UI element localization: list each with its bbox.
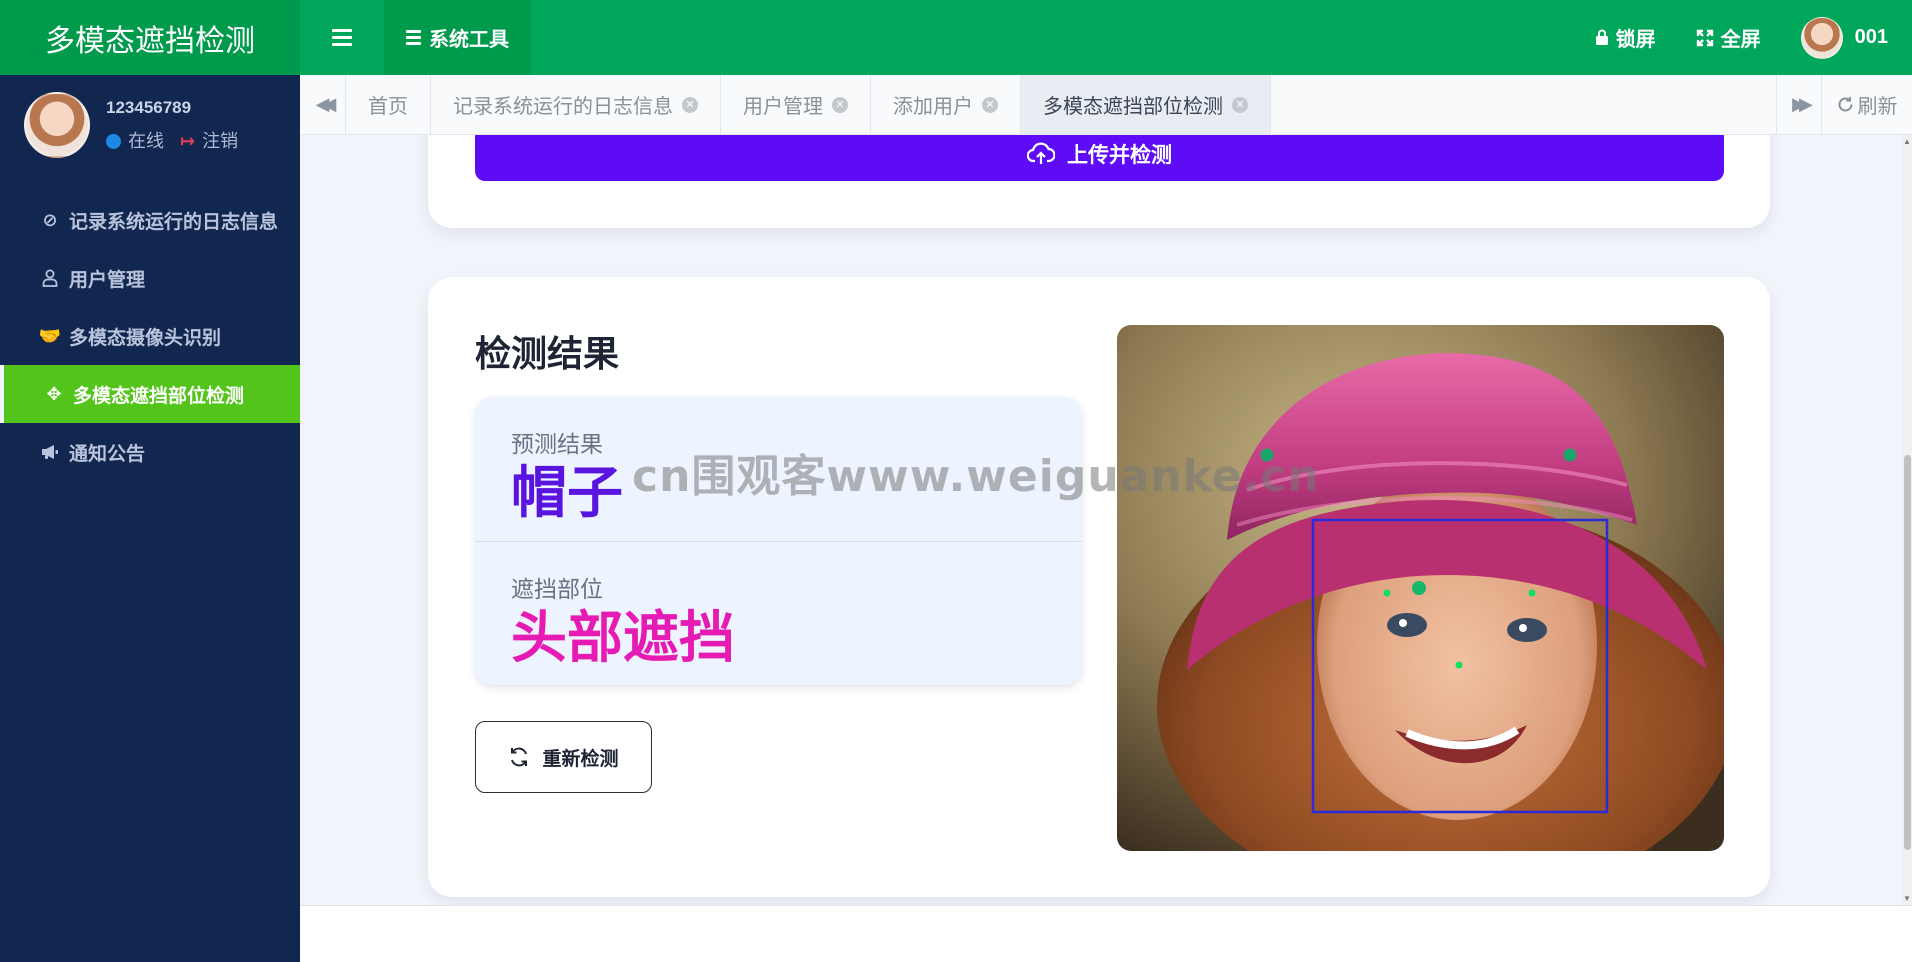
lock-screen-button[interactable]: 锁屏 — [1595, 23, 1656, 52]
prediction-label: 预测结果 — [511, 431, 603, 457]
upload-card: 上传并检测 — [428, 135, 1770, 228]
fullscreen-button[interactable]: 全屏 — [1696, 23, 1761, 52]
expand-icon — [1696, 29, 1713, 46]
upload-detect-button[interactable]: 上传并检测 — [475, 135, 1724, 181]
lock-screen-label: 锁屏 — [1615, 29, 1656, 51]
sidebar-item-label: 用户管理 — [69, 269, 146, 291]
online-status-label: 在线 — [128, 130, 164, 151]
sidebar-item-camera-recognition[interactable]: 🤝 多模态摄像头识别 — [0, 307, 300, 365]
status-dot-icon — [106, 133, 121, 149]
double-chevron-left-icon: ◀◀ — [315, 94, 337, 114]
prediction-row: 预测结果 帽子 — [475, 397, 1082, 541]
sidebar-item-label: 通知公告 — [69, 443, 146, 465]
cloud-upload-icon — [1027, 142, 1055, 164]
avatar — [1800, 16, 1843, 59]
region-value: 头部遮挡 — [511, 606, 735, 669]
sidebar-item-label: 多模态遮挡部位检测 — [73, 385, 245, 407]
main-content: 上传并检测 检测结果 预测结果 帽子 遮挡部位 头部遮挡 重新检测 — [300, 135, 1902, 905]
tab-add-user[interactable]: 添加用户 ✕ — [871, 75, 1021, 134]
tab-occlusion-detection[interactable]: 多模态遮挡部位检测 ✕ — [1021, 75, 1271, 134]
sidebar-item-occlusion-detection[interactable]: ✥ 多模态遮挡部位检测 — [0, 365, 300, 423]
sidebar-item-label: 记录系统运行的日志信息 — [69, 211, 279, 233]
tab-label: 多模态遮挡部位检测 — [1043, 96, 1223, 118]
move-arrows-icon: ✥ — [46, 383, 62, 404]
close-icon[interactable]: ✕ — [682, 96, 698, 113]
scrollbar-thumb[interactable] — [1904, 455, 1911, 850]
tab-label: 用户管理 — [743, 96, 823, 118]
page-scrollbar[interactable]: ▲ ▼ — [1902, 135, 1912, 905]
ban-icon: ⊘ — [42, 209, 58, 230]
region-label: 遮挡部位 — [511, 576, 603, 602]
sidebar-item-system-log[interactable]: ⊘ 记录系统运行的日志信息 — [0, 191, 300, 249]
user-panel: 123456789 在线 ↦ 注销 — [0, 75, 300, 175]
hamburger-icon — [332, 29, 352, 46]
app-title: 多模态遮挡检测 — [0, 0, 300, 75]
tabs-scroll-right-button[interactable]: ▶▶ — [1776, 75, 1822, 134]
page-tabs-bar: ◀◀ 首页 记录系统运行的日志信息 ✕ 用户管理 ✕ 添加用户 ✕ 多模态遮挡部位检测… — [300, 75, 1912, 135]
refresh-label: 刷新 — [1857, 96, 1898, 118]
close-icon[interactable]: ✕ — [832, 96, 848, 113]
sidebar-toggle-button[interactable] — [300, 0, 384, 75]
list-icon — [406, 30, 421, 45]
scroll-down-icon[interactable]: ▼ — [1902, 894, 1912, 903]
close-icon[interactable]: ✕ — [1232, 96, 1248, 113]
region-row: 遮挡部位 头部遮挡 — [475, 541, 1082, 685]
tab-label: 首页 — [368, 96, 408, 118]
redetect-button[interactable]: 重新检测 — [475, 721, 652, 793]
result-title: 检测结果 — [475, 333, 620, 374]
tab-system-tools[interactable]: 系统工具 — [384, 0, 531, 75]
logout-label: 注销 — [202, 130, 239, 151]
tab-label: 记录系统运行的日志信息 — [453, 96, 673, 118]
bullhorn-icon — [40, 444, 60, 460]
scroll-up-icon[interactable]: ▲ — [1902, 137, 1912, 146]
prediction-value: 帽子 — [511, 461, 623, 524]
detection-image — [1117, 325, 1724, 851]
tab-system-log[interactable]: 记录系统运行的日志信息 ✕ — [431, 75, 721, 134]
user-icon — [40, 269, 60, 287]
refresh-icon — [1838, 97, 1852, 112]
sidebar-item-label: 多模态摄像头识别 — [69, 327, 222, 349]
user-avatar — [24, 92, 90, 158]
upload-detect-label: 上传并检测 — [1067, 144, 1172, 167]
top-header: 多模态遮挡检测 系统工具 锁屏 全屏 001 — [0, 0, 1912, 75]
tab-user-management[interactable]: 用户管理 ✕ — [721, 75, 871, 134]
refresh-button[interactable]: 刷新 — [1822, 75, 1912, 134]
online-status: 在线 — [106, 127, 164, 153]
sync-icon — [511, 747, 528, 767]
user-id: 123456789 — [106, 97, 192, 117]
lock-icon — [1595, 29, 1608, 45]
redetect-label: 重新检测 — [542, 748, 619, 770]
tab-home[interactable]: 首页 — [346, 75, 431, 134]
sidebar-item-notices[interactable]: 通知公告 — [0, 423, 300, 481]
logout-link[interactable]: ↦ 注销 — [180, 127, 238, 153]
tab-label: 添加用户 — [893, 96, 973, 118]
tab-system-tools-label: 系统工具 — [429, 29, 509, 51]
tabs-scroll-left-button[interactable]: ◀◀ — [300, 75, 346, 134]
sidebar: 123456789 在线 ↦ 注销 ⊘ 记录系统运行的日志信息 用户管理 🤝 多模… — [0, 75, 300, 962]
user-menu[interactable]: 001 — [1800, 16, 1888, 59]
double-chevron-right-icon: ▶▶ — [1792, 94, 1813, 114]
sidebar-nav: ⊘ 记录系统运行的日志信息 用户管理 🤝 多模态摄像头识别 ✥ 多模态遮挡部位检… — [0, 191, 300, 481]
sign-out-icon: ↦ — [180, 130, 196, 151]
result-card: 检测结果 预测结果 帽子 遮挡部位 头部遮挡 重新检测 — [428, 277, 1770, 897]
page-footer — [300, 905, 1912, 962]
handshake-icon: 🤝 — [38, 325, 62, 346]
close-icon[interactable]: ✕ — [982, 96, 998, 113]
user-name: 001 — [1854, 26, 1888, 48]
result-panel: 预测结果 帽子 遮挡部位 头部遮挡 — [475, 397, 1082, 685]
fullscreen-label: 全屏 — [1720, 29, 1761, 51]
sidebar-item-user-management[interactable]: 用户管理 — [0, 249, 300, 307]
